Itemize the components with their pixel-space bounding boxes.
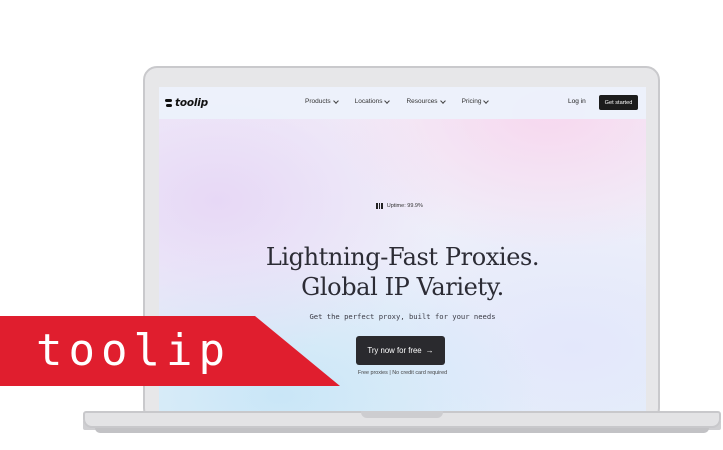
nav-item-products[interactable]: Products [305, 97, 339, 105]
laptop-base-bottom [95, 428, 709, 433]
site-navbar: toolip Products Locations Resources Pric… [159, 87, 646, 119]
get-started-button[interactable]: Get started [599, 95, 638, 110]
nav-menu: Products Locations Resources Pricing [305, 97, 505, 105]
banner-title: toolip [36, 325, 231, 376]
hero-headline-line2: Global IP Variety. [301, 273, 504, 301]
chevron-down-icon [483, 97, 490, 104]
login-link[interactable]: Log in [568, 98, 586, 105]
try-now-button[interactable]: Try now for free → [356, 336, 445, 365]
brand-name: toolip [175, 97, 208, 109]
nav-item-locations[interactable]: Locations [355, 97, 391, 105]
brand-logo[interactable]: toolip [165, 96, 208, 110]
chevron-down-icon [439, 97, 446, 104]
toolip-logo-icon [165, 98, 172, 108]
try-now-label: Try now for free [367, 346, 422, 355]
hero-headline-line1: Lightning-Fast Proxies. [265, 243, 540, 271]
arrow-right-icon: → [425, 346, 434, 355]
nav-item-pricing[interactable]: Pricing [462, 97, 490, 105]
chevron-down-icon [332, 97, 339, 104]
laptop-notch [361, 411, 443, 418]
signal-bars-icon [376, 203, 383, 209]
uptime-badge: Uptime: 99.9% [376, 203, 423, 209]
uptime-label: Uptime: 99.9% [386, 203, 423, 209]
chevron-down-icon [384, 97, 391, 104]
nav-item-resources[interactable]: Resources [406, 97, 446, 105]
